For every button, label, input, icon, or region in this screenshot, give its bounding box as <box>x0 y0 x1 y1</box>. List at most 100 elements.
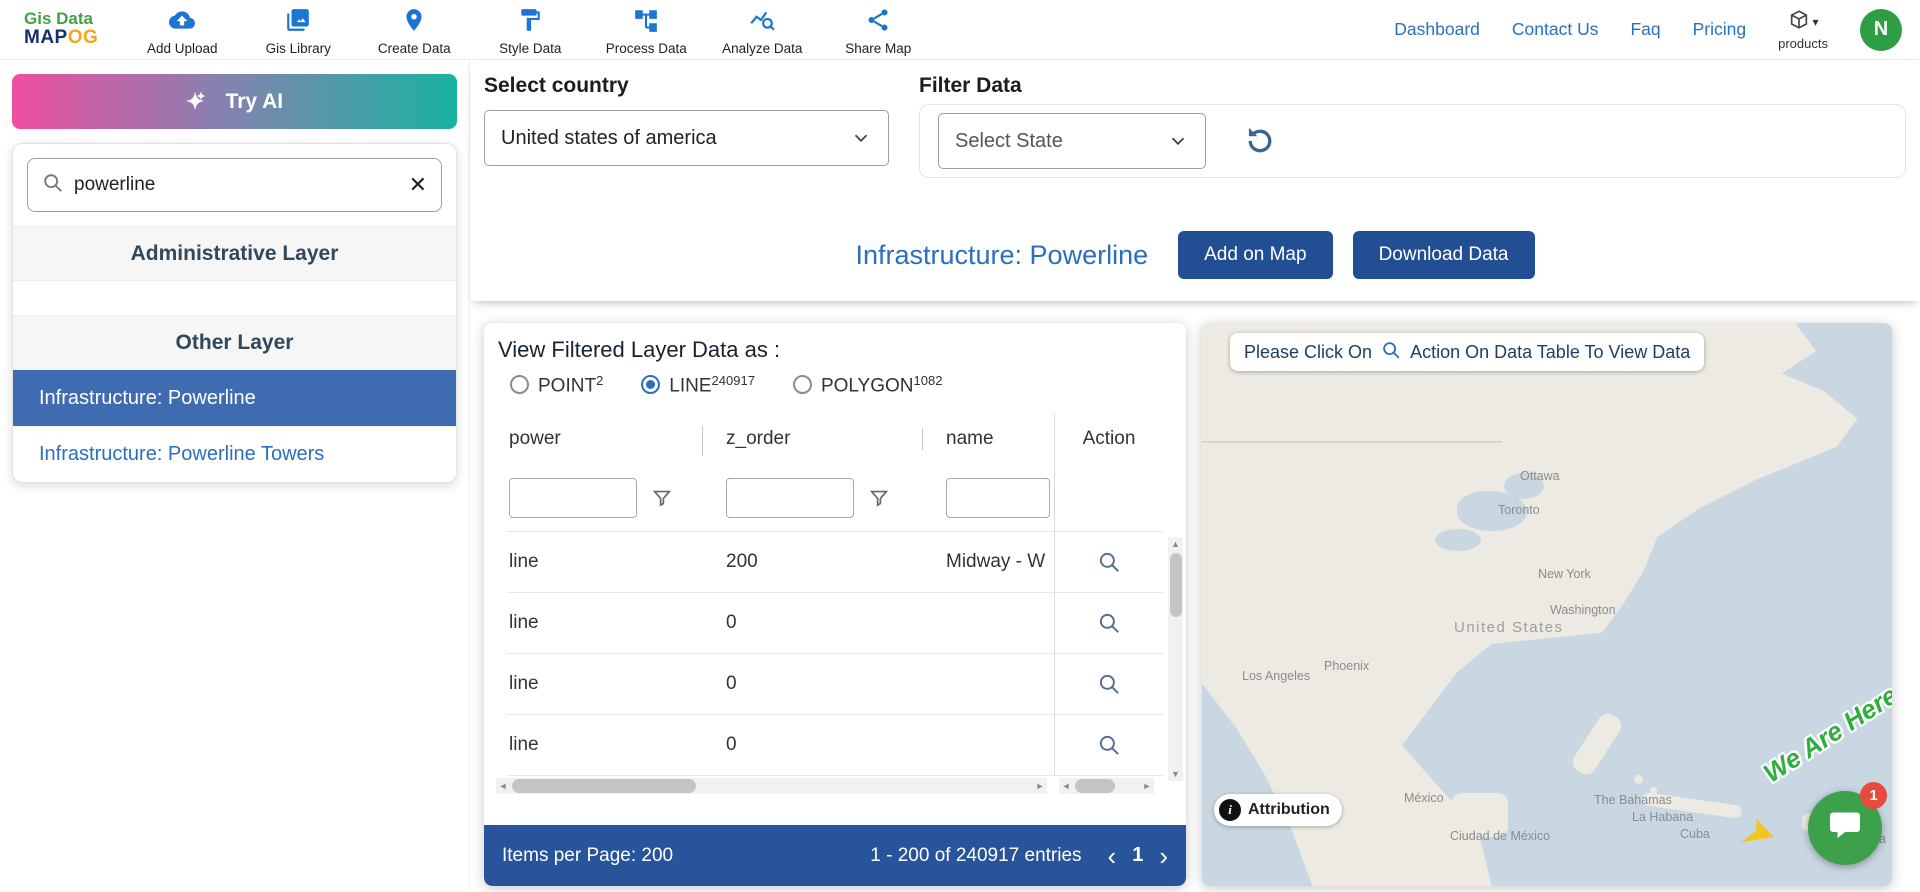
attribution-button[interactable]: i Attribution <box>1214 794 1342 826</box>
radio-line-circle[interactable] <box>641 375 661 394</box>
share-icon <box>865 7 891 38</box>
filter-data-box: Select State <box>919 104 1906 178</box>
layer-search-card: ✕ Administrative Layer Other Layer Infra… <box>12 143 457 483</box>
scroll-right-icon[interactable]: ► <box>1033 779 1047 793</box>
table-row: line 0 <box>507 593 1163 655</box>
products-menu[interactable]: ▾ products <box>1778 9 1828 51</box>
map-hint-banner: Please Click On Action On Data Table To … <box>1230 333 1705 371</box>
tool-process-data[interactable]: Process Data <box>590 4 702 56</box>
tool-add-upload[interactable]: Add Upload <box>126 4 238 56</box>
radio-polygon[interactable]: POLYGON1082 <box>792 373 942 397</box>
try-ai-button[interactable]: ✦✦ Try AI <box>12 74 457 129</box>
filter-header-section: Select country United states of america … <box>470 60 1920 301</box>
view-on-map-icon[interactable] <box>1096 671 1122 697</box>
nav-link-dashboard[interactable]: Dashboard <box>1394 19 1480 40</box>
map-great-lake <box>1435 529 1481 551</box>
view-on-map-icon[interactable] <box>1096 610 1122 636</box>
map-label: Toronto <box>1498 503 1540 517</box>
filter-input-power[interactable] <box>509 478 637 519</box>
map-label: Washington <box>1550 603 1616 617</box>
filter-input-z-order[interactable] <box>726 478 854 519</box>
search-icon <box>42 172 64 199</box>
sidebar-item-powerline[interactable]: Infrastructure: Powerline <box>13 370 456 426</box>
nav-link-pricing[interactable]: Pricing <box>1693 19 1747 40</box>
view-on-map-icon[interactable] <box>1096 549 1122 575</box>
filter-input-name[interactable] <box>946 478 1050 519</box>
info-icon: i <box>1219 799 1241 821</box>
view-filtered-label: View Filtered Layer Data as : <box>498 337 781 362</box>
scroll-up-icon[interactable]: ▲ <box>1171 537 1180 551</box>
magnifier-icon <box>1380 339 1402 366</box>
user-avatar[interactable]: N <box>1860 8 1902 51</box>
top-navbar: Gis Data MAPOG Add Upload Gis Library Cr… <box>0 0 1920 60</box>
logo-line1: Gis Data <box>24 9 93 29</box>
vertical-scroll-thumb[interactable] <box>1169 553 1182 617</box>
geometry-type-options: POINT2 LINE240917 POLYGON1082 <box>510 373 1186 397</box>
next-page-icon[interactable]: › <box>1159 843 1168 869</box>
entries-range: 1 - 200 of 240917 entries <box>870 844 1082 866</box>
layer-search-input[interactable] <box>74 174 399 196</box>
tool-create-data[interactable]: Create Data <box>358 4 470 56</box>
filter-funnel-icon[interactable] <box>868 487 890 509</box>
prev-page-icon[interactable]: ‹ <box>1108 843 1117 869</box>
map-label: Phoenix <box>1324 659 1370 673</box>
map-label: Los Angeles <box>1242 669 1311 683</box>
radio-polygon-circle[interactable] <box>792 375 812 394</box>
select-country-label: Select country <box>484 74 629 97</box>
radio-point[interactable]: POINT2 <box>510 373 603 397</box>
tool-label: Analyze Data <box>722 40 803 56</box>
sidebar-item-powerline-towers[interactable]: Infrastructure: Powerline Towers <box>13 426 456 482</box>
column-header-power[interactable]: power <box>507 428 702 450</box>
column-header-z-order[interactable]: z_order <box>702 426 922 457</box>
scroll-right-icon[interactable]: ► <box>1140 779 1154 793</box>
scroll-down-icon[interactable]: ▼ <box>1171 767 1180 781</box>
sparkle-icon: ✦✦ <box>185 88 206 114</box>
nav-link-contact[interactable]: Contact Us <box>1512 19 1599 40</box>
radio-point-circle[interactable] <box>510 375 529 394</box>
view-on-map-icon[interactable] <box>1096 732 1122 758</box>
reset-filter-icon[interactable] <box>1242 123 1278 159</box>
horizontal-scroll-thumb[interactable] <box>512 779 696 794</box>
map-label: Ottawa <box>1520 469 1560 483</box>
tool-label: Add Upload <box>147 40 218 56</box>
radio-line[interactable]: LINE240917 <box>641 373 755 397</box>
navbar-right: Dashboard Contact Us Faq Pricing ▾ produ… <box>1394 8 1902 51</box>
scroll-left-icon[interactable]: ◄ <box>496 779 510 793</box>
table-header-row: power z_order name Action <box>507 413 1163 466</box>
horizontal-scrollbar[interactable]: ◄ ► <box>496 778 1047 795</box>
horizontal-scroll-thumb[interactable] <box>1075 779 1115 794</box>
scroll-left-icon[interactable]: ◄ <box>1059 779 1073 793</box>
map-pin-icon <box>401 7 427 38</box>
tool-gis-library[interactable]: Gis Library <box>242 4 354 56</box>
action-column-scrollbar[interactable]: ◄ ► <box>1059 778 1154 795</box>
table-footer: Items per Page: 200 1 - 200 of 240917 en… <box>484 825 1186 886</box>
map-label: New York <box>1538 567 1591 581</box>
map-island <box>1634 775 1643 784</box>
state-select[interactable]: Select State <box>938 113 1206 169</box>
current-page[interactable]: 1 <box>1132 844 1143 867</box>
map-label: La Habana <box>1632 810 1694 824</box>
tool-label: Create Data <box>377 40 451 56</box>
chevron-down-icon: ▾ <box>1812 15 1819 29</box>
download-data-button[interactable]: Download Data <box>1352 231 1535 279</box>
add-on-map-button[interactable]: Add on Map <box>1178 231 1333 279</box>
tool-label: Gis Library <box>265 40 331 56</box>
section-other-layer: Other Layer <box>13 315 456 370</box>
items-per-page[interactable]: Items per Page: 200 <box>502 845 673 867</box>
country-select[interactable]: United states of america <box>484 110 889 166</box>
filter-funnel-icon[interactable] <box>651 487 673 509</box>
nav-link-faq[interactable]: Faq <box>1630 19 1660 40</box>
table-row: line 200 Midway - W <box>507 532 1163 594</box>
clear-search-icon[interactable]: ✕ <box>409 174 427 196</box>
chevron-down-icon <box>850 127 872 149</box>
map-panel[interactable]: Ottawa Toronto New York Washington Unite… <box>1202 323 1892 886</box>
vertical-scrollbar[interactable]: ▲ ▼ <box>1168 537 1183 781</box>
tool-analyze-data[interactable]: Analyze Data <box>706 4 818 56</box>
table-filter-row <box>507 465 1163 532</box>
we-are-here-text: We Are Here <box>1757 679 1892 789</box>
app-logo[interactable]: Gis Data MAPOG <box>24 9 98 49</box>
tool-style-data[interactable]: Style Data <box>474 4 586 56</box>
column-header-name[interactable]: name <box>922 428 1054 451</box>
tool-share-map[interactable]: Share Map <box>822 4 934 56</box>
